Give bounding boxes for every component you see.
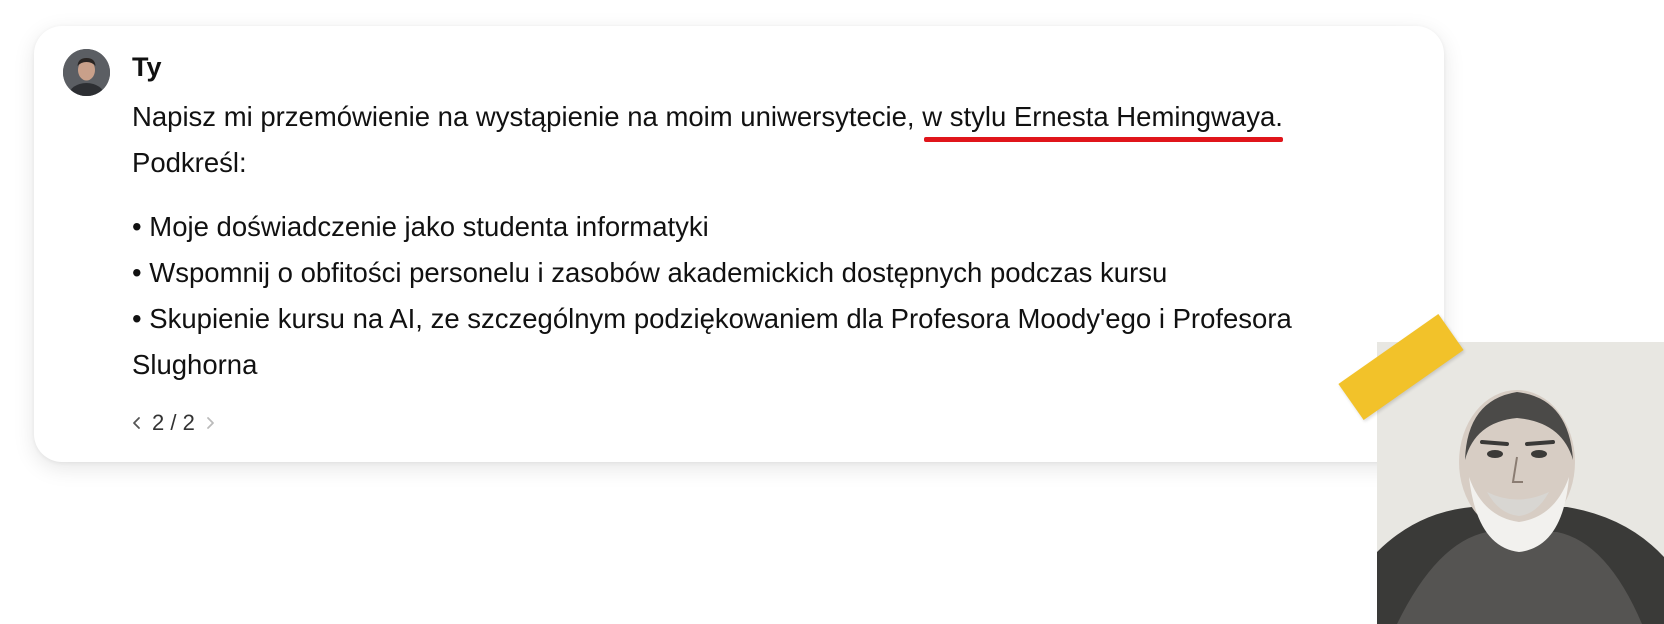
prompt-text: Napisz mi przemówienie na wystąpienie na… <box>132 101 923 132</box>
highlighted-text: w stylu Ernesta Hemingwaya. <box>922 101 1283 132</box>
response-pager: 2 / 2 <box>130 408 217 438</box>
red-underline <box>924 137 1283 142</box>
message-author: Ty <box>132 52 162 82</box>
bullet-item: Wspomnij o obfitości personelu i zasobów… <box>132 250 1422 296</box>
chevron-left-icon[interactable] <box>130 416 144 430</box>
avatar[interactable] <box>63 49 110 96</box>
message-body: Napisz mi przemówienie na wystąpienie na… <box>132 94 1422 388</box>
bullet-list: Moje doświadczenie jako studenta informa… <box>132 204 1422 388</box>
prompt-line-1: Napisz mi przemówienie na wystąpienie na… <box>132 94 1422 142</box>
chat-message-card: Ty Napisz mi przemówienie na wystąpienie… <box>34 26 1444 462</box>
hemingway-portrait <box>1377 342 1664 624</box>
bullet-item: Skupienie kursu na AI, ze szczególnym po… <box>132 296 1422 388</box>
highlighted-style-phrase: w stylu Ernesta Hemingwaya. <box>922 94 1283 142</box>
pager-label: 2 / 2 <box>152 410 195 435</box>
prompt-line-2: Podkreśl: <box>132 147 247 178</box>
bullet-item: Moje doświadczenie jako studenta informa… <box>132 204 1422 250</box>
chevron-right-icon[interactable] <box>203 416 217 430</box>
portrait-drawing <box>1377 342 1664 624</box>
user-avatar-icon <box>63 49 110 96</box>
